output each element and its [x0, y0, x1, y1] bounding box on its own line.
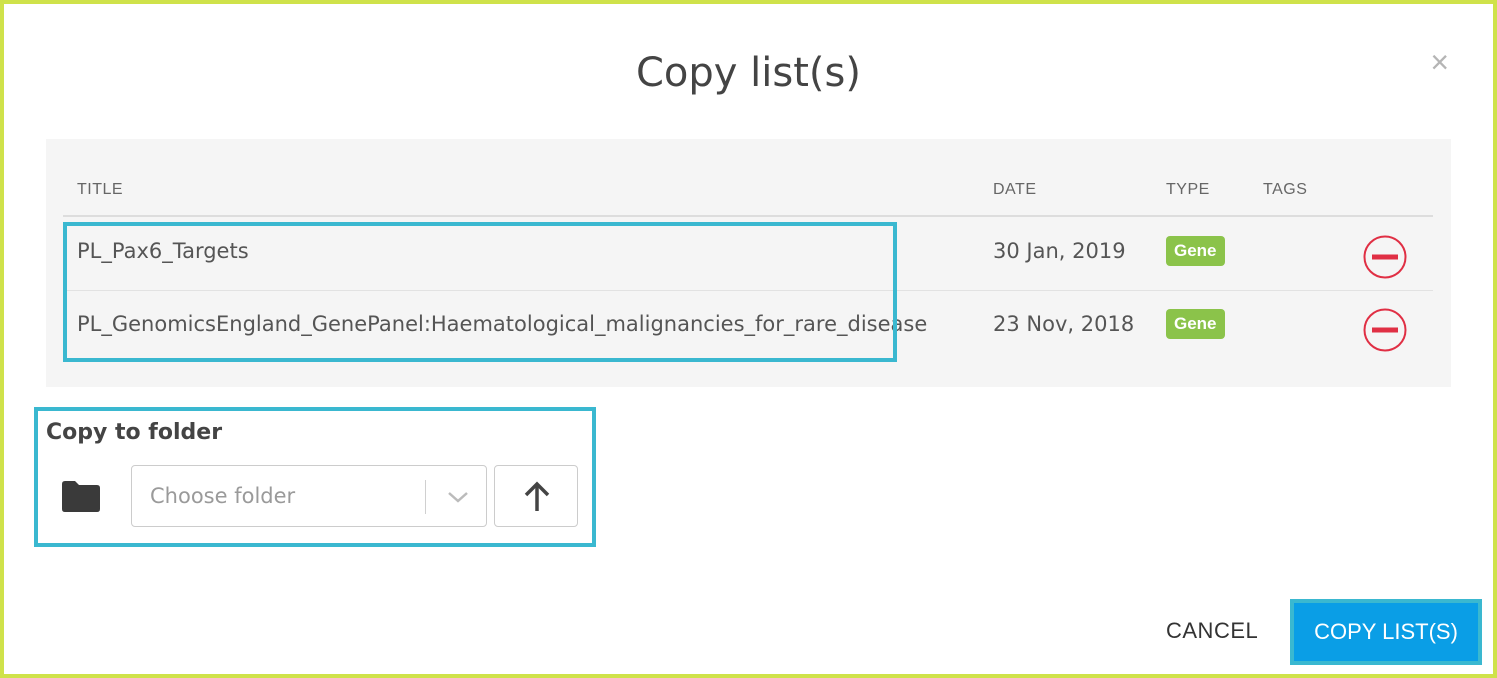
row-date: 30 Jan, 2019: [993, 239, 1126, 263]
folder-select[interactable]: Choose folder: [131, 465, 487, 527]
row-title: PL_GenomicsEngland_GenePanel:Haematologi…: [77, 312, 928, 336]
column-header-date: DATE: [993, 181, 1037, 198]
type-badge: Gene: [1166, 236, 1225, 266]
column-header-type: TYPE: [1166, 181, 1210, 198]
row-divider: [63, 290, 1433, 291]
cancel-button[interactable]: CANCEL: [1166, 618, 1258, 644]
copy-lists-button[interactable]: COPY LIST(S): [1294, 603, 1478, 661]
select-separator: [425, 480, 426, 514]
arrow-up-icon: [524, 481, 550, 511]
column-header-title: TITLE: [77, 181, 124, 198]
chevron-down-icon[interactable]: [446, 488, 470, 506]
copy-to-folder-label: Copy to folder: [46, 420, 223, 445]
column-header-tags: TAGS: [1263, 181, 1308, 198]
folder-icon: [62, 481, 100, 512]
lists-table: TITLE DATE TYPE TAGS PL_Pax6_Targets 30 …: [46, 139, 1451, 387]
row-date: 23 Nov, 2018: [993, 312, 1135, 336]
remove-circle-icon[interactable]: [1363, 235, 1407, 279]
close-icon[interactable]: ×: [1430, 46, 1449, 78]
parent-folder-button[interactable]: [494, 465, 578, 527]
copy-lists-dialog: Copy list(s) × TITLE DATE TYPE TAGS PL_P…: [4, 4, 1493, 674]
remove-circle-icon[interactable]: [1363, 308, 1407, 352]
row-title: PL_Pax6_Targets: [77, 239, 249, 263]
type-badge: Gene: [1166, 309, 1225, 339]
folder-select-placeholder: Choose folder: [150, 484, 296, 508]
dialog-title: Copy list(s): [636, 50, 861, 96]
header-divider: [63, 215, 1433, 217]
